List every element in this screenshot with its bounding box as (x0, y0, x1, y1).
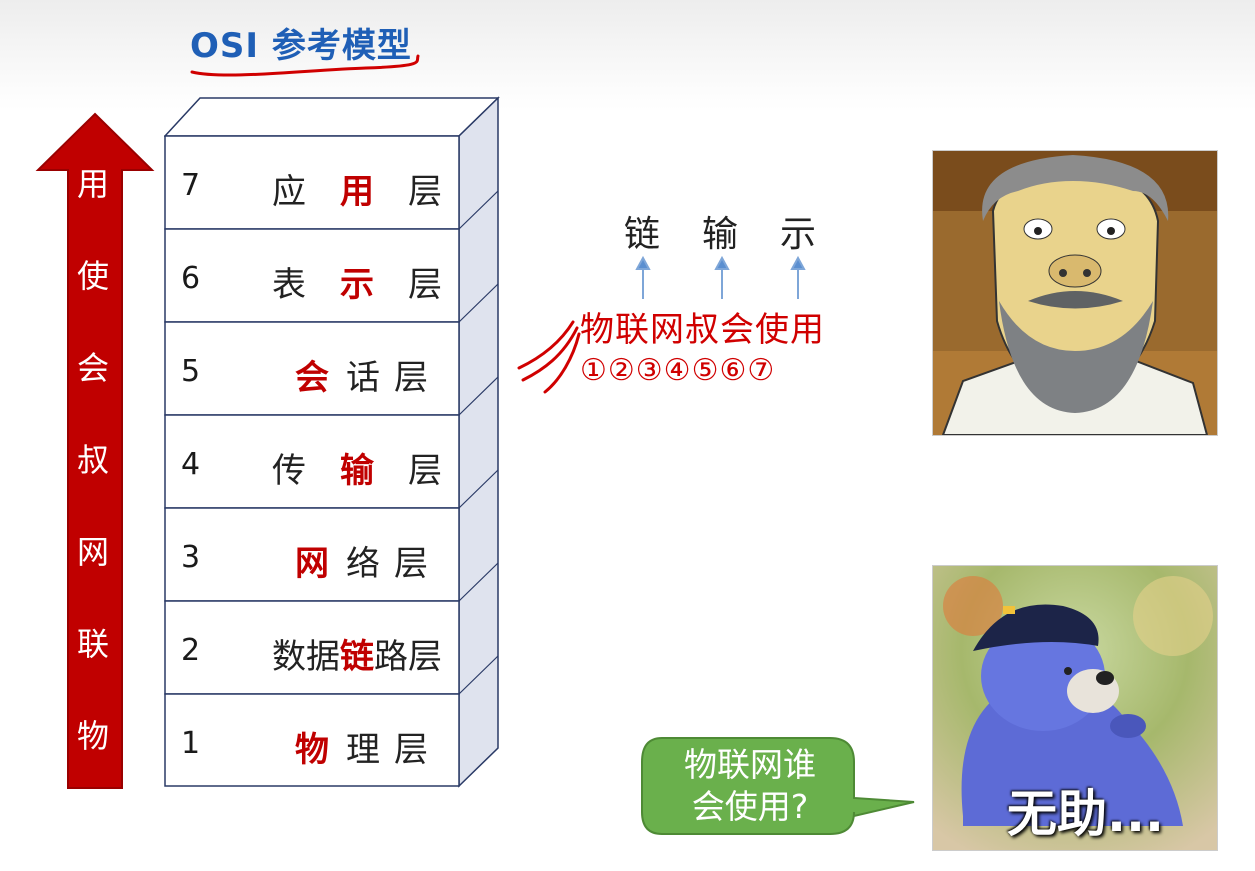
up-arrows-icon (635, 255, 806, 299)
layer-1: 1 物 理层 (165, 696, 458, 788)
layer-number: 7 (181, 168, 201, 203)
arrow-char: 用 (76, 165, 109, 203)
plush-mole-image: 无助... (932, 565, 1218, 851)
layer-7: 7 应 用 层 (165, 138, 458, 230)
layer-5: 5 会 话层 (165, 324, 458, 416)
layer-name: 应 用 层 (272, 172, 442, 212)
mnemonic-top-char: 输 (702, 214, 739, 255)
layer-number: 4 (181, 447, 201, 482)
title-underline-stroke (190, 54, 420, 77)
layer-name: 表 示 层 (272, 265, 442, 305)
mnemonic-top-char: 示 (780, 214, 817, 255)
arrow-char: 会 (76, 349, 109, 387)
layer-name: 数据链路层 (272, 637, 442, 677)
arrow-char: 叔 (76, 441, 109, 479)
layer-6: 6 表 示 层 (165, 231, 458, 323)
layer-number: 5 (181, 354, 201, 389)
mnemonic-phrase: 物联网叔会使用 (580, 310, 825, 350)
mnemonic-top-char: 链 (624, 214, 661, 255)
arrow-mnemonic-text: 用 使 会 叔 网 联 物 (64, 160, 122, 806)
layer-2: 2 数据链路层 (165, 603, 458, 695)
grandpa-cartoon-image (932, 150, 1218, 436)
speech-bubble-text: 物联网谁 会使用? (655, 744, 845, 828)
layer-number: 3 (181, 540, 201, 575)
chevron-strokes-icon (517, 320, 581, 394)
bubble-line: 会使用? (691, 787, 809, 826)
arrow-char: 物 (76, 717, 109, 755)
arrow-char: 联 (76, 625, 109, 663)
mnemonic-top-chars: 链 输 示 (618, 205, 838, 255)
layer-4: 4 传 输 层 (165, 417, 458, 509)
layer-name: 网 络层 (295, 544, 442, 584)
layer-name: 物 理层 (295, 730, 442, 770)
layer-number: 6 (181, 261, 201, 296)
bubble-line: 物联网谁 (684, 745, 816, 784)
layer-name: 会 话层 (295, 358, 442, 398)
arrow-char: 使 (76, 257, 109, 295)
layer-3: 3 网 络层 (165, 510, 458, 602)
mole-caption: 无助... (1007, 785, 1164, 843)
layer-name: 传 输 层 (272, 451, 442, 491)
layer-number: 1 (181, 726, 201, 761)
layer-number: 2 (181, 633, 201, 668)
arrow-char: 网 (76, 533, 109, 571)
mnemonic-numbers: ①②③④⑤⑥⑦ (580, 353, 776, 388)
